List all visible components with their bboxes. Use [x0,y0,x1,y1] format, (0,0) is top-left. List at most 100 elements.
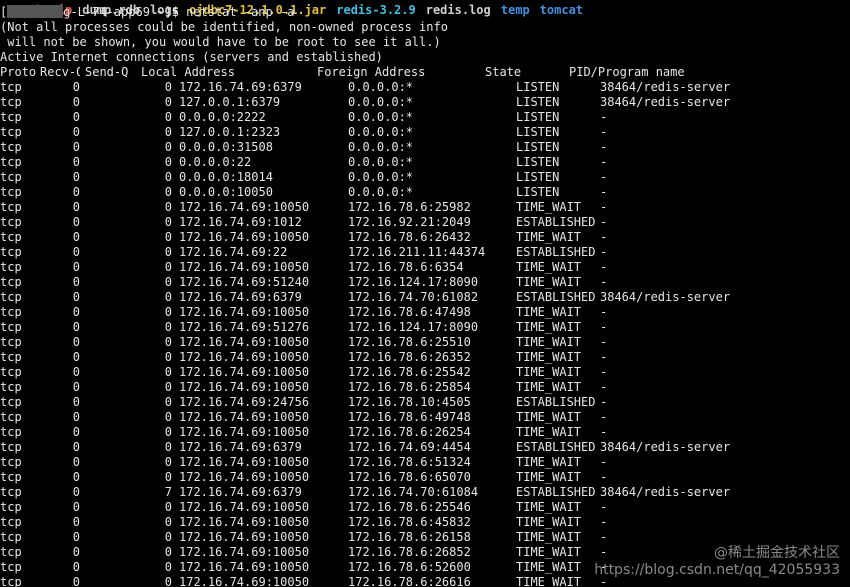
cell-send-q: 0 [164,170,172,184]
cell-state: TIME_WAIT [516,575,582,587]
cell-recv-q: 0 [72,350,80,364]
cell-local-address: 172.16.74.69:10050 [179,560,310,574]
cell-pid-program: - [600,395,608,409]
table-row: tcp 0 0 172.16.74.69:51240 172.16.124.17:809… [0,275,740,290]
command-text: netstat -anp -a [186,5,295,19]
cell-state: TIME_WAIT [516,530,582,544]
cell-local-address: 172.16.74.69:10050 [179,365,310,379]
cell-recv-q: 0 [72,425,80,439]
cell-state: ESTABLISHED [516,290,596,304]
cell-local-address: 0.0.0.0:31508 [179,140,273,154]
table-row: tcp 0 0 127.0.0.1:2323 0.0.0.0:* LISTEN - [0,125,740,140]
cell-send-q: 0 [164,230,172,244]
cell-state: TIME_WAIT [516,260,582,274]
cell-local-address: 172.16.74.69:51240 [179,275,310,289]
cell-pid-program: 38464/redis-server [600,80,731,94]
cell-pid-program: - [600,335,608,349]
header-proto: Proto [0,65,37,79]
cell-pid-program: - [600,470,608,484]
table-row: tcp 0 0 172.16.74.69:24756 172.16.78.10:4505… [0,395,740,410]
cell-send-q: 0 [164,500,172,514]
table-row: tcp 0 7 172.16.74.69:6379 172.16.74.70:61084… [0,485,740,500]
cell-proto: tcp [0,230,22,244]
cell-pid-program: - [600,350,608,364]
cell-proto: tcp [0,245,22,259]
table-row: tcp 0 0 172.16.74.69:10050 172.16.78.6:47498… [0,305,740,320]
cell-local-address: 172.16.74.69:10050 [179,200,310,214]
cell-send-q: 0 [164,125,172,139]
cell-proto: tcp [0,380,22,394]
cell-proto: tcp [0,455,22,469]
cell-pid-program: - [600,530,608,544]
table-row: tcp 0 0 0.0.0.0:10050 0.0.0.0:* LISTEN - [0,185,740,200]
cell-proto: tcp [0,530,22,544]
cell-proto: tcp [0,110,22,124]
cell-recv-q: 0 [72,395,80,409]
cell-local-address: 172.16.74.69:10050 [179,500,310,514]
cell-recv-q: 0 [72,560,80,574]
message-line: will not be shown, you would have to be … [0,35,740,50]
table-row: tcp 0 0 172.16.74.69:10050 172.16.78.6:65070… [0,470,740,485]
cell-recv-q: 0 [72,185,80,199]
header-state: State [485,65,522,79]
cell-recv-q: 0 [72,470,80,484]
cell-proto: tcp [0,545,22,559]
cell-state: TIME_WAIT [516,380,582,394]
table-row: tcp 0 0 172.16.74.69:10050 172.16.78.6:26432… [0,230,740,245]
cell-send-q: 0 [164,80,172,94]
cell-pid-program: - [600,305,608,319]
cell-recv-q: 0 [72,170,80,184]
cell-recv-q: 0 [72,485,80,499]
cell-local-address: 127.0.0.1:2323 [179,125,281,139]
cell-state: ESTABLISHED [516,215,596,229]
cell-foreign-address: 172.16.78.6:25542 [348,365,471,379]
cell-recv-q: 0 [72,335,80,349]
cell-foreign-address: 172.16.78.6:26352 [348,350,471,364]
cell-pid-program: - [600,260,608,274]
cell-pid-program: - [600,155,608,169]
table-header: Proto Recv-Q Send-Q Local Address Foreign Ad… [0,65,740,80]
cell-foreign-address: 172.16.78.6:26158 [348,530,471,544]
table-row: tcp 0 0 172.16.74.69:10050 172.16.78.6:25510… [0,335,740,350]
cell-state: TIME_WAIT [516,335,582,349]
cell-pid-program: - [600,125,608,139]
cell-proto: tcp [0,260,22,274]
table-row: tcp 0 0 172.16.74.69:10050 172.16.78.6:25854… [0,380,740,395]
cell-local-address: 172.16.74.69:6379 [179,485,302,499]
cell-proto: tcp [0,500,22,514]
cell-state: TIME_WAIT [516,515,582,529]
cell-pid-program: - [600,515,608,529]
cell-recv-q: 0 [72,500,80,514]
cell-send-q: 0 [164,260,172,274]
cell-pid-program: - [600,365,608,379]
terminal-window[interactable]: ub/zipdump.rdblogsojdbc7-12.1.0.1.jarred… [0,0,850,587]
cell-foreign-address: 0.0.0.0:* [348,185,414,199]
cell-foreign-address: 172.16.78.6:26432 [348,230,471,244]
cell-local-address: 172.16.74.69:10050 [179,380,310,394]
cell-local-address: 127.0.0.1:6379 [179,95,281,109]
cell-pid-program: - [600,230,608,244]
header-send-q: Send-Q [85,65,129,79]
cell-send-q: 0 [164,245,172,259]
cell-send-q: 0 [164,140,172,154]
cell-foreign-address: 172.16.78.6:52600 [348,560,471,574]
cell-recv-q: 0 [72,290,80,304]
table-row: tcp 0 0 172.16.74.69:6379 172.16.74.69:4454 E… [0,440,740,455]
cell-foreign-address: 172.16.78.6:25982 [348,200,471,214]
cell-proto: tcp [0,95,22,109]
watermark: @稀土掘金技术社区 https://blog.csdn.net/qq_42055… [594,545,840,579]
cell-state: LISTEN [516,80,560,94]
cell-proto: tcp [0,305,22,319]
table-row: tcp 0 0 172.16.74.69:10050 172.16.78.6:45832… [0,515,740,530]
cell-proto: tcp [0,275,22,289]
cell-send-q: 0 [164,440,172,454]
cell-send-q: 0 [164,200,172,214]
cell-foreign-address: 172.16.74.69:4454 [348,440,471,454]
cell-foreign-address: 172.16.211.11:44374 [348,245,486,259]
cell-proto: tcp [0,125,22,139]
cell-proto: tcp [0,365,22,379]
table-row: tcp 0 0 127.0.0.1:6379 0.0.0.0:* LISTEN 38464/… [0,95,740,110]
table-row: tcp 0 0 172.16.74.69:6379 172.16.74.70:61082… [0,290,740,305]
cell-recv-q: 0 [72,440,80,454]
cell-state: TIME_WAIT [516,365,582,379]
